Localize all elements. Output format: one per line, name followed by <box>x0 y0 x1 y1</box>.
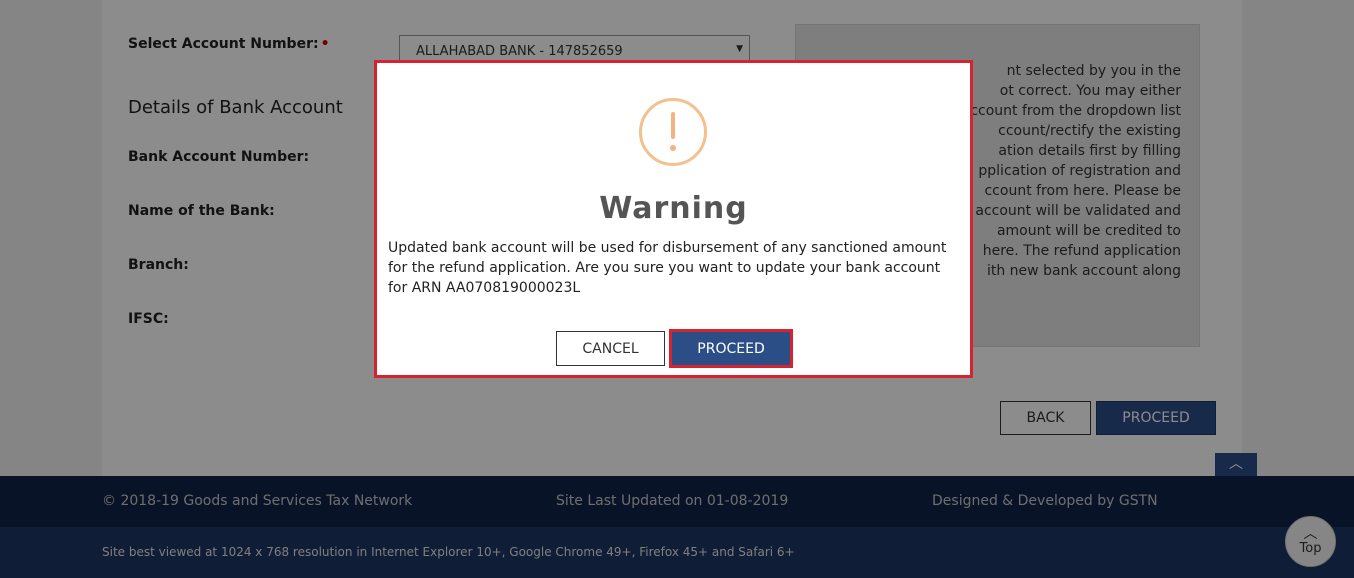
exclamation-bar <box>671 112 675 139</box>
dialog-title: Warning <box>599 191 748 226</box>
dialog-proceed-button[interactable]: PROCEED <box>669 329 793 368</box>
warning-dialog: Warning Updated bank account will be use… <box>374 60 973 378</box>
exclamation-circle-icon <box>639 98 707 166</box>
cancel-button[interactable]: CANCEL <box>556 331 665 366</box>
exclamation-dot <box>670 145 676 151</box>
dialog-message: Updated bank account will be used for di… <box>388 240 947 296</box>
